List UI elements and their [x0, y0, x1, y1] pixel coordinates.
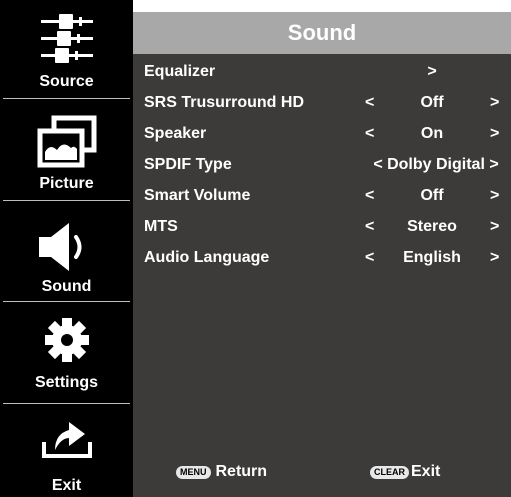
row-label: Speaker — [144, 125, 207, 142]
menu-row-smart-volume[interactable]: Smart Volume < Off > — [133, 184, 511, 210]
arrow-left-button[interactable]: < — [365, 187, 374, 205]
row-value: Stereo — [407, 218, 457, 235]
arrow-left-button[interactable]: < — [365, 218, 374, 236]
exit-arrow-icon — [0, 416, 133, 460]
row-value: > — [427, 63, 437, 80]
menu-row-speaker[interactable]: Speaker < On > — [133, 122, 511, 148]
sidebar-item-label: Sound — [41, 278, 92, 295]
sidebar-item-label: Picture — [39, 175, 94, 192]
arrow-right-button[interactable]: > — [490, 218, 499, 236]
arrow-right-button[interactable]: > — [490, 94, 499, 112]
menu-row-srs-trusurround-hd[interactable]: SRS Trusurround HD < Off > — [133, 91, 511, 117]
picture-frames-icon — [0, 115, 133, 169]
clear-key-icon: CLEAR — [370, 465, 409, 479]
footer-exit-hint[interactable]: CLEAR Exit — [370, 463, 440, 481]
row-label: Smart Volume — [144, 187, 251, 204]
sidebar-item-label: Source — [39, 73, 94, 90]
row-value: Off — [420, 187, 444, 204]
menu-row-equalizer[interactable]: Equalizer > — [133, 60, 511, 86]
arrow-right-button[interactable]: > — [490, 125, 499, 143]
gear-icon — [0, 318, 133, 362]
row-value: < Dolby Digital > — [373, 156, 499, 173]
speaker-icon — [0, 221, 133, 273]
sidebar-item-settings[interactable]: Settings — [0, 302, 133, 403]
arrow-left-button[interactable]: < — [365, 125, 374, 143]
arrow-right-button[interactable]: > — [490, 187, 499, 205]
row-label: SPDIF Type — [144, 156, 232, 173]
row-value: Off — [420, 94, 444, 111]
panel-title: Sound — [133, 12, 511, 54]
footer-return-hint[interactable]: MENU Return — [176, 463, 267, 481]
sidebar-item-source[interactable]: Source — [0, 0, 133, 98]
row-label: Equalizer — [144, 63, 216, 80]
arrow-right-button[interactable]: > — [490, 249, 499, 267]
menu-row-mts[interactable]: MTS < Stereo > — [133, 215, 511, 241]
menu-key-icon: MENU — [176, 465, 211, 479]
row-label: SRS Trusurround HD — [144, 94, 305, 111]
menu-row-audio-language[interactable]: Audio Language < English > — [133, 246, 511, 272]
sidebar-item-label: Settings — [34, 374, 99, 391]
footer-exit-label: Exit — [411, 463, 441, 480]
tv-osd-menu: Source Picture Sound Settings Exit Sound… — [0, 0, 511, 497]
row-label: Audio Language — [144, 249, 270, 266]
sidebar-item-label: Exit — [51, 477, 82, 494]
arrow-left-button[interactable]: < — [365, 94, 374, 112]
sidebar-item-picture[interactable]: Picture — [0, 99, 133, 200]
sidebar-item-exit[interactable]: Exit — [0, 404, 133, 497]
menu-row-spdif-type[interactable]: SPDIF Type < Dolby Digital > — [133, 153, 511, 179]
row-value: English — [403, 249, 461, 266]
source-cables-icon — [0, 10, 133, 68]
sidebar-item-sound[interactable]: Sound — [0, 201, 133, 301]
row-value: On — [420, 125, 444, 142]
footer-return-label: Return — [215, 463, 268, 480]
row-label: MTS — [144, 218, 178, 235]
sound-settings-panel: Sound Equalizer > SRS Trusurround HD < O… — [133, 12, 511, 497]
arrow-left-button[interactable]: < — [365, 249, 374, 267]
sidebar-menu: Source Picture Sound Settings Exit — [0, 0, 133, 497]
